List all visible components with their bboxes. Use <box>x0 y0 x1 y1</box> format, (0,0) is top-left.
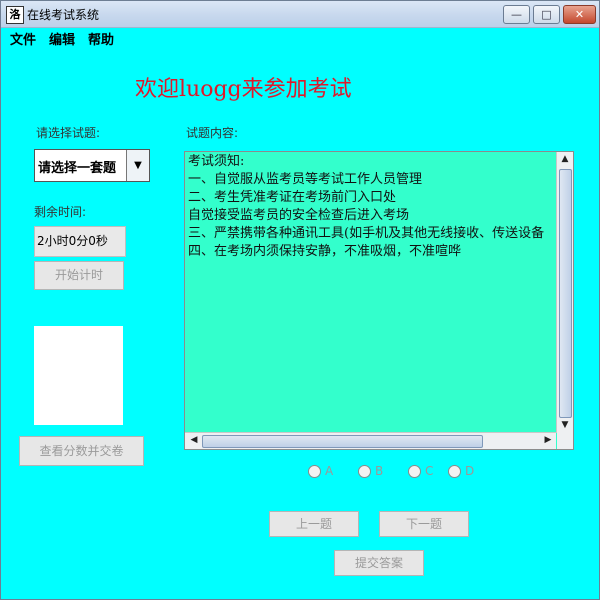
scroll-right-icon[interactable]: ▶ <box>540 435 556 445</box>
timer-display: 2小时0分0秒 <box>34 226 126 257</box>
view-score-submit-button[interactable]: 查看分数并交卷 <box>19 436 144 466</box>
scroll-left-icon[interactable]: ◀ <box>186 435 202 445</box>
content-line: 四、在考场内须保持安静，不准吸烟，不准喧哗 <box>188 244 462 259</box>
menu-file[interactable]: 文件 <box>10 29 36 48</box>
previous-question-button[interactable]: 上一题 <box>269 511 359 537</box>
minimize-button[interactable]: — <box>503 5 530 24</box>
title-bar: 洛 在线考试系统 — □ ✕ <box>1 1 599 28</box>
next-question-button[interactable]: 下一题 <box>379 511 469 537</box>
chevron-down-icon[interactable]: ▼ <box>126 150 149 181</box>
content-line: 一、自觉服从监考员等考试工作人员管理 <box>188 172 423 187</box>
option-label: B <box>375 464 384 478</box>
exam-window: 洛 在线考试系统 — □ ✕ 文件 编辑 帮助 欢迎luogg来参加考试 请选择… <box>0 0 600 600</box>
scrollbar-corner <box>557 433 573 449</box>
content-line: 自觉接受监考员的安全检查后进入考场 <box>188 208 410 223</box>
remaining-time-label: 剩余时间: <box>34 205 87 219</box>
scroll-up-icon[interactable]: ▲ <box>557 154 573 164</box>
dropdown-value: 请选择一套题 <box>38 161 117 176</box>
submit-answer-button[interactable]: 提交答案 <box>334 550 424 576</box>
app-icon: 洛 <box>6 6 24 24</box>
content-label: 试题内容: <box>186 126 239 140</box>
question-set-dropdown[interactable]: 请选择一套题 ▼ <box>34 149 150 182</box>
question-content: 考试须知: 一、自觉服从监考员等考试工作人员管理 二、考生凭准考证在考场前门入口… <box>186 153 558 433</box>
welcome-message: 欢迎luogg来参加考试 <box>135 77 352 102</box>
vertical-scrollbar[interactable]: ▲ ▼ <box>556 152 573 433</box>
radio-circle-icon[interactable] <box>408 465 421 478</box>
radio-circle-icon[interactable] <box>358 465 371 478</box>
radio-circle-icon[interactable] <box>448 465 461 478</box>
content-line: 考试须知: <box>188 154 245 169</box>
maximize-button[interactable]: □ <box>533 5 560 24</box>
content-line: 二、考生凭准考证在考场前门入口处 <box>188 190 397 205</box>
menu-edit[interactable]: 编辑 <box>49 29 75 48</box>
content-line: 三、严禁携带各种通讯工具(如手机及其他无线接收、传送设备 <box>188 226 545 241</box>
close-button[interactable]: ✕ <box>563 5 596 24</box>
horizontal-scroll-thumb[interactable] <box>202 435 483 448</box>
menu-bar: 文件 编辑 帮助 <box>1 28 599 48</box>
option-label: C <box>425 464 434 478</box>
start-timer-button[interactable]: 开始计时 <box>34 261 124 290</box>
photo-panel <box>34 326 123 425</box>
menu-help[interactable]: 帮助 <box>88 29 114 48</box>
window-title: 在线考试系统 <box>27 8 100 22</box>
horizontal-scrollbar[interactable]: ◀ ▶ <box>185 432 556 449</box>
select-question-label: 请选择试题: <box>36 126 101 140</box>
radio-circle-icon[interactable] <box>308 465 321 478</box>
option-label: D <box>465 464 475 478</box>
vertical-scroll-thumb[interactable] <box>559 169 572 418</box>
question-content-area[interactable]: 考试须知: 一、自觉服从监考员等考试工作人员管理 二、考生凭准考证在考场前门入口… <box>184 151 574 450</box>
scroll-down-icon[interactable]: ▼ <box>557 420 573 430</box>
option-label: A <box>325 464 334 478</box>
